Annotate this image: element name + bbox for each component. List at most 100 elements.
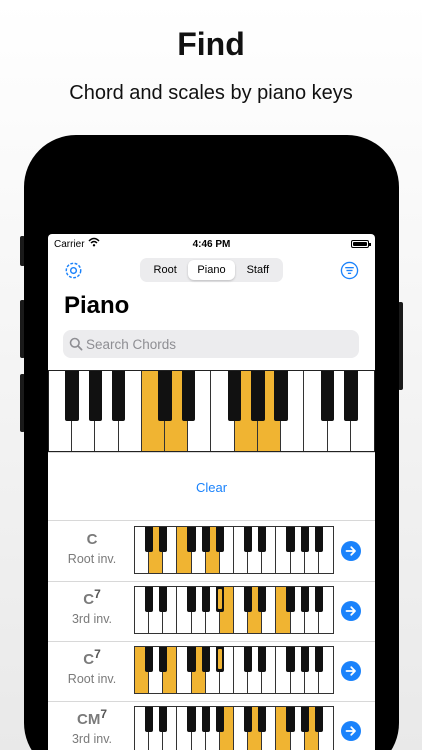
- chord-piano-diagram: [134, 526, 334, 574]
- black-key: [201, 647, 210, 673]
- arrow-right-icon: [345, 606, 356, 616]
- chord-row[interactable]: C Root inv.: [48, 521, 375, 581]
- black-key-highlight: [217, 649, 222, 670]
- chord-row[interactable]: C7 3rd inv.: [48, 581, 375, 641]
- chord-root: C: [83, 651, 95, 668]
- chord-inversion: 3rd inv.: [71, 612, 113, 626]
- black-key: [258, 527, 267, 553]
- chord-name: C7: [48, 587, 136, 608]
- clear-button[interactable]: Clear: [48, 480, 375, 495]
- filter-icon[interactable]: [340, 261, 359, 280]
- status-time: 4:46 PM: [192, 239, 231, 250]
- black-key: [201, 707, 210, 733]
- black-key: [159, 647, 168, 673]
- headline: Find: [177, 26, 245, 62]
- black-key: [145, 707, 154, 733]
- tab-staff[interactable]: Staff: [235, 260, 281, 280]
- black-key: [187, 587, 196, 613]
- tab-piano[interactable]: Piano: [188, 260, 235, 280]
- search-icon: [69, 337, 83, 351]
- black-key: [215, 647, 224, 673]
- black-key: [286, 527, 295, 553]
- subheadline: Chord and scales by piano keys: [69, 82, 353, 104]
- black-key: [145, 587, 154, 613]
- piano-keyboard[interactable]: [48, 370, 375, 452]
- black-key: [201, 527, 210, 553]
- black-key: [258, 707, 267, 733]
- chord-name: C: [48, 527, 136, 548]
- chord-quality: 7: [100, 707, 107, 721]
- chord-root: CM: [76, 711, 101, 728]
- black-key: [145, 647, 154, 673]
- app-screen: Carrier 4:46 PM Root Piano Staff Piano S…: [48, 234, 375, 750]
- chord-root: C: [86, 531, 98, 548]
- navigation-bar: Root Piano Staff: [48, 258, 375, 284]
- status-bar: Carrier 4:46 PM: [48, 234, 375, 254]
- black-key: [274, 371, 288, 421]
- black-key: [145, 527, 154, 553]
- black-key: [215, 587, 224, 613]
- arrow-right-icon: [345, 666, 356, 676]
- black-key: [215, 527, 224, 553]
- black-key: [244, 587, 253, 613]
- black-key-highlight: [217, 589, 222, 610]
- black-key: [159, 527, 168, 553]
- black-key: [286, 647, 295, 673]
- arrow-right-icon: [345, 726, 356, 736]
- chord-inversion: Root inv.: [67, 672, 117, 686]
- black-key: [187, 647, 196, 673]
- chord-quality: 7: [94, 587, 101, 601]
- chord-name: C7: [48, 647, 136, 668]
- open-chord-button[interactable]: [341, 541, 361, 561]
- page-title: Piano: [64, 292, 130, 319]
- black-key: [88, 371, 103, 421]
- black-key: [201, 587, 210, 613]
- black-key: [187, 527, 196, 553]
- black-key: [286, 587, 295, 613]
- black-key: [258, 647, 267, 673]
- chord-piano-diagram: [134, 586, 334, 634]
- black-key: [314, 647, 323, 673]
- chord-row[interactable]: CM7 3rd inv.: [48, 701, 375, 750]
- battery-icon: [351, 240, 371, 248]
- black-key: [187, 707, 196, 733]
- gear-icon[interactable]: [64, 261, 83, 280]
- chord-piano-diagram: [134, 706, 334, 750]
- black-key: [300, 647, 309, 673]
- mode-segmented-control: Root Piano Staff: [140, 258, 283, 282]
- black-key: [286, 707, 295, 733]
- black-key: [314, 527, 323, 553]
- black-key: [258, 587, 267, 613]
- chord-piano-diagram: [134, 646, 334, 694]
- search-bar: [63, 330, 359, 358]
- black-key: [65, 371, 79, 421]
- black-key: [300, 527, 309, 553]
- divider: [48, 452, 375, 453]
- black-key: [344, 371, 358, 421]
- black-key: [215, 707, 224, 733]
- black-key: [300, 707, 309, 733]
- chord-row[interactable]: C7 Root inv.: [48, 641, 375, 701]
- black-key: [159, 587, 168, 613]
- chord-root: C: [83, 591, 95, 608]
- black-key: [300, 587, 309, 613]
- black-key: [244, 707, 253, 733]
- arrow-right-icon: [345, 546, 356, 556]
- search-input[interactable]: [86, 330, 346, 358]
- black-key: [244, 527, 253, 553]
- tab-root[interactable]: Root: [142, 260, 188, 280]
- black-key: [181, 371, 195, 421]
- chord-inversion: 3rd inv.: [71, 732, 113, 746]
- open-chord-button[interactable]: [341, 601, 361, 621]
- black-key: [244, 647, 253, 673]
- black-key: [158, 371, 172, 421]
- black-key: [159, 707, 168, 733]
- open-chord-button[interactable]: [341, 721, 361, 741]
- open-chord-button[interactable]: [341, 661, 361, 681]
- black-key: [314, 587, 323, 613]
- chord-name: CM7: [48, 707, 136, 728]
- chord-inversion: Root inv.: [67, 552, 117, 566]
- chord-quality: 7: [94, 647, 101, 661]
- black-key: [314, 707, 323, 733]
- black-key: [251, 371, 265, 421]
